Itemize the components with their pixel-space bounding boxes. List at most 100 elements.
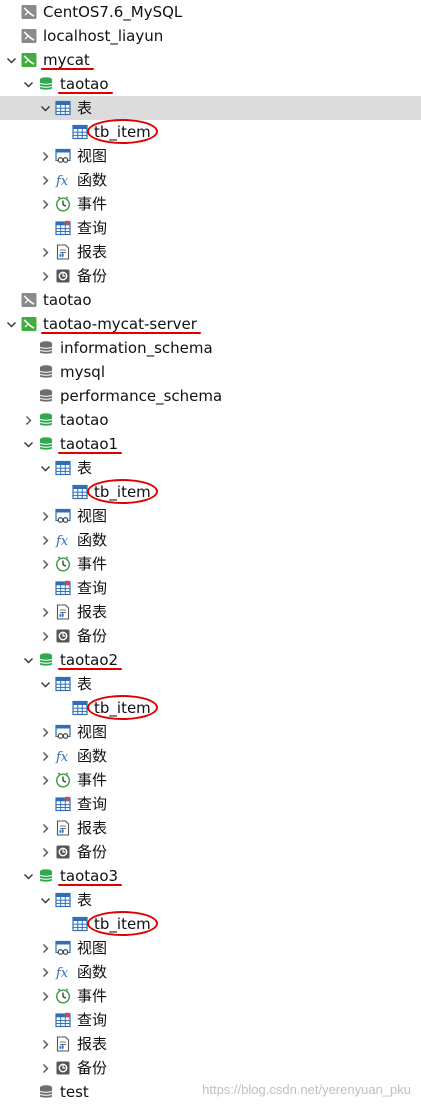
tree-item-reports[interactable]: 报表: [0, 600, 421, 624]
chevron-right-icon[interactable]: [38, 144, 52, 168]
chevron-down-icon[interactable]: [21, 648, 35, 672]
tree-item-views[interactable]: 视图: [0, 936, 421, 960]
tree-item-tables[interactable]: 表: [0, 672, 421, 696]
query-icon: [55, 220, 71, 236]
tree-item-backups[interactable]: 备份: [0, 840, 421, 864]
tree-item-views[interactable]: 视图: [0, 144, 421, 168]
chevron-right-icon[interactable]: [21, 408, 35, 432]
connection-icon: [21, 4, 37, 20]
tree-item-reports[interactable]: 报表: [0, 240, 421, 264]
chevron-right-icon[interactable]: [38, 936, 52, 960]
tree-item-tables[interactable]: 表: [0, 888, 421, 912]
tree-item-label: 查询: [77, 795, 108, 813]
report-icon: [55, 604, 71, 620]
tree-item-label: 查询: [77, 1011, 108, 1029]
tree-item-table-tb-item[interactable]: tb_item: [0, 911, 421, 936]
tree-item-table-tb-item[interactable]: tb_item: [0, 479, 421, 504]
chevron-right-icon[interactable]: [38, 624, 52, 648]
red-underline-annotation: [58, 884, 123, 886]
tree-item-db-taotao[interactable]: taotao: [0, 72, 421, 96]
tree-item-label: 报表: [77, 243, 108, 261]
tree-item-functions[interactable]: fx 函数: [0, 528, 421, 552]
tree-item-events[interactable]: 事件: [0, 768, 421, 792]
tree-item-label: 报表: [77, 819, 108, 837]
connection-connected-icon: [21, 52, 37, 68]
chevron-down-icon[interactable]: [38, 888, 52, 912]
connection-icon: [21, 292, 37, 308]
tree-item-db-taotao2[interactable]: taotao2: [0, 648, 421, 672]
chevron-right-icon[interactable]: [38, 840, 52, 864]
chevron-right-icon[interactable]: [38, 240, 52, 264]
tree-item-db-taotao-plain[interactable]: taotao: [0, 408, 421, 432]
chevron-down-icon[interactable]: [38, 672, 52, 696]
chevron-right-icon[interactable]: [38, 744, 52, 768]
tree-item-db-performance-schema[interactable]: performance_schema: [0, 384, 421, 408]
table-icon: [55, 460, 71, 476]
query-icon: [55, 580, 71, 596]
tree-item-functions[interactable]: fx 函数: [0, 960, 421, 984]
tree-item-events[interactable]: 事件: [0, 552, 421, 576]
chevron-right-icon[interactable]: [38, 192, 52, 216]
chevron-right-icon[interactable]: [38, 504, 52, 528]
tree-item-backups[interactable]: 备份: [0, 264, 421, 288]
tree-item-label: 表: [77, 459, 93, 477]
tree-item-label: 事件: [77, 771, 108, 789]
chevron-right-icon[interactable]: [38, 720, 52, 744]
tree-item-conn-taotao[interactable]: taotao: [0, 288, 421, 312]
chevron-down-icon[interactable]: [4, 48, 18, 72]
chevron-down-icon[interactable]: [21, 432, 35, 456]
tree-item-conn-mycat[interactable]: mycat: [0, 48, 421, 72]
tree-item-backups[interactable]: 备份: [0, 1056, 421, 1080]
tree-item-reports[interactable]: 报表: [0, 1032, 421, 1056]
connection-connected-icon: [21, 316, 37, 332]
function-icon: fx: [55, 172, 71, 188]
chevron-down-icon[interactable]: [38, 456, 52, 480]
chevron-down-icon[interactable]: [38, 96, 52, 120]
tree-item-events[interactable]: 事件: [0, 984, 421, 1008]
tree-item-functions[interactable]: fx 函数: [0, 168, 421, 192]
tree-item-db-taotao3[interactable]: taotao3: [0, 864, 421, 888]
tree-item-backups[interactable]: 备份: [0, 624, 421, 648]
chevron-right-icon[interactable]: [38, 264, 52, 288]
chevron-right-icon[interactable]: [38, 1032, 52, 1056]
tree-item-label: 视图: [77, 939, 108, 957]
tree-item-db-mysql[interactable]: mysql: [0, 360, 421, 384]
tree-item-conn-localhost[interactable]: localhost_liayun: [0, 24, 421, 48]
tree-item-views[interactable]: 视图: [0, 720, 421, 744]
tree-item-tables[interactable]: 表: [0, 96, 421, 120]
event-icon: [55, 196, 71, 212]
tree-item-conn-taotao-mycat-server[interactable]: taotao-mycat-server: [0, 312, 421, 336]
chevron-right-icon[interactable]: [38, 528, 52, 552]
tree-item-functions[interactable]: fx 函数: [0, 744, 421, 768]
chevron-right-icon[interactable]: [38, 960, 52, 984]
chevron-down-icon[interactable]: [21, 72, 35, 96]
tree-item-tables[interactable]: 表: [0, 456, 421, 480]
tree-item-reports[interactable]: 报表: [0, 816, 421, 840]
tree-item-table-tb-item[interactable]: tb_item: [0, 695, 421, 720]
chevron-down-icon[interactable]: [21, 864, 35, 888]
tree-item-queries[interactable]: 查询: [0, 216, 421, 240]
red-circle-annotation: [87, 695, 158, 720]
tree-item-views[interactable]: 视图: [0, 504, 421, 528]
tree-item-db-taotao1[interactable]: taotao1: [0, 432, 421, 456]
view-icon: [55, 508, 71, 524]
function-icon: fx: [55, 532, 71, 548]
tree-item-table-tb-item[interactable]: tb_item: [0, 119, 421, 144]
tree-item-queries[interactable]: 查询: [0, 1008, 421, 1032]
tree-item-queries[interactable]: 查询: [0, 792, 421, 816]
chevron-right-icon[interactable]: [38, 552, 52, 576]
tree-item-queries[interactable]: 查询: [0, 576, 421, 600]
chevron-right-icon[interactable]: [38, 168, 52, 192]
tree-item-events[interactable]: 事件: [0, 192, 421, 216]
tree-item-label: 视图: [77, 147, 108, 165]
tree-item-db-information-schema[interactable]: information_schema: [0, 336, 421, 360]
navicat-connection-tree: CentOS7.6_MySQL localhost_liayun mycat taot…: [0, 0, 421, 1104]
chevron-right-icon[interactable]: [38, 816, 52, 840]
chevron-right-icon[interactable]: [38, 1056, 52, 1080]
chevron-right-icon[interactable]: [38, 600, 52, 624]
chevron-right-icon[interactable]: [38, 984, 52, 1008]
tree-item-conn-centos[interactable]: CentOS7.6_MySQL: [0, 0, 421, 24]
chevron-down-icon[interactable]: [4, 312, 18, 336]
chevron-right-icon[interactable]: [38, 768, 52, 792]
tree-item-label: 查询: [77, 219, 108, 237]
